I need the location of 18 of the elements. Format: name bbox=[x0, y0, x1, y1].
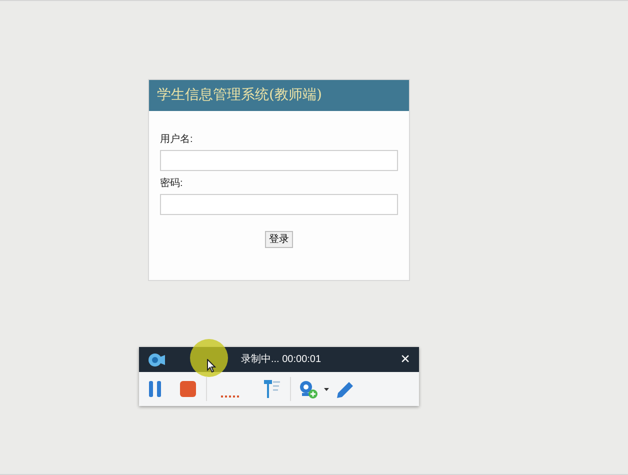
pointer-icon bbox=[207, 359, 216, 373]
dropdown-caret-icon[interactable] bbox=[324, 388, 329, 390]
input-field[interactable] bbox=[160, 194, 398, 215]
pause-icon[interactable] bbox=[149, 381, 161, 397]
login-title: 学生信息管理系统(教师端) bbox=[157, 86, 322, 105]
close-button[interactable]: × bbox=[400, 352, 410, 368]
recording-status: 录制中... 00:00:01 bbox=[241, 352, 322, 367]
pencil-icon[interactable] bbox=[336, 380, 355, 398]
login-button[interactable]: 登录 bbox=[265, 231, 293, 248]
camera-icon bbox=[148, 352, 165, 366]
dashed-line-icon[interactable] bbox=[221, 394, 241, 398]
field-label: 用户名: bbox=[160, 133, 194, 147]
webcam-add-icon[interactable] bbox=[299, 380, 318, 398]
field-label: 密码: bbox=[160, 177, 184, 191]
stop-icon[interactable] bbox=[180, 381, 196, 397]
cursor-highlight bbox=[190, 339, 228, 377]
pen-tool-icon[interactable] bbox=[262, 379, 280, 399]
input-field[interactable] bbox=[160, 150, 398, 171]
